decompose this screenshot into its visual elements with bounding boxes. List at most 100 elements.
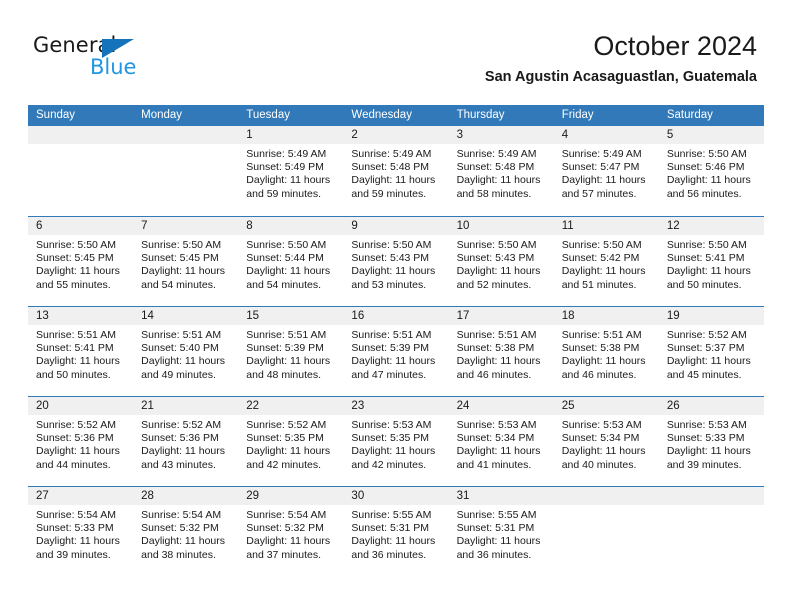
calendar-day-cell[interactable]: 29 Sunrise: 5:54 AM Sunset: 5:32 PM Dayligh… <box>238 487 344 576</box>
day-number: 19 <box>658 307 764 325</box>
sunset-time: Sunset: 5:41 PM <box>666 252 745 265</box>
daylight-duration-line2: and 59 minutes. <box>246 187 321 200</box>
calendar-day-cell[interactable]: 25 Sunrise: 5:53 AM Sunset: 5:34 PM Dayligh… <box>553 397 659 486</box>
sunset-time: Sunset: 5:35 PM <box>351 432 430 445</box>
day-number <box>133 126 239 144</box>
page-header: General Blue October 2024 San Agustin Ac… <box>0 0 792 104</box>
daylight-duration-line2: and 44 minutes. <box>36 458 111 471</box>
calendar-day-cell[interactable]: 3 Sunrise: 5:49 AM Sunset: 5:48 PM Daylight… <box>448 126 554 216</box>
calendar-day-cell[interactable]: 24 Sunrise: 5:53 AM Sunset: 5:34 PM Dayligh… <box>448 397 554 486</box>
calendar-day-cell[interactable]: 26 Sunrise: 5:53 AM Sunset: 5:33 PM Dayligh… <box>658 397 764 486</box>
daylight-duration-line2: and 56 minutes. <box>666 187 742 200</box>
calendar-day-cell[interactable]: 16 Sunrise: 5:51 AM Sunset: 5:39 PM Dayligh… <box>343 307 449 396</box>
daylight-duration-line1: Daylight: 11 hours <box>456 265 541 278</box>
day-number: 16 <box>343 307 449 325</box>
calendar-day-cell[interactable]: 2 Sunrise: 5:49 AM Sunset: 5:48 PM Daylight… <box>343 126 449 216</box>
day-number: 18 <box>553 307 659 325</box>
calendar-day-cell[interactable]: 20 Sunrise: 5:52 AM Sunset: 5:36 PM Dayligh… <box>28 397 134 486</box>
sunrise-time: Sunrise: 5:50 AM <box>141 239 222 251</box>
calendar-day-cell[interactable]: 17 Sunrise: 5:51 AM Sunset: 5:38 PM Dayligh… <box>448 307 554 396</box>
day-details: Sunrise: 5:55 AM Sunset: 5:31 PM Daylight:… <box>449 505 554 562</box>
sunrise-time: Sunrise: 5:52 AM <box>141 419 222 431</box>
sunrise-time: Sunrise: 5:49 AM <box>456 148 537 160</box>
calendar-day-cell[interactable]: 1 Sunrise: 5:49 AM Sunset: 5:49 PM Daylight… <box>238 126 344 216</box>
sunrise-time: Sunrise: 5:54 AM <box>36 509 116 521</box>
calendar-day-cell[interactable]: 22 Sunrise: 5:52 AM Sunset: 5:35 PM Dayligh… <box>238 397 344 486</box>
weekday-header-sunday: Sunday <box>36 109 76 121</box>
day-details: Sunrise: 5:49 AM Sunset: 5:47 PM Daylight:… <box>554 144 659 201</box>
calendar-day-cell[interactable]: 11 Sunrise: 5:50 AM Sunset: 5:42 PM Dayligh… <box>553 217 659 306</box>
calendar-day-cell[interactable]: 28 Sunrise: 5:54 AM Sunset: 5:32 PM Dayligh… <box>133 487 239 576</box>
calendar-day-cell[interactable]: 19 Sunrise: 5:52 AM Sunset: 5:37 PM Dayligh… <box>658 307 764 396</box>
daylight-duration-line2: and 46 minutes. <box>456 368 532 381</box>
sunset-time: Sunset: 5:32 PM <box>246 522 324 535</box>
day-number: 13 <box>28 307 134 325</box>
sunset-time: Sunset: 5:39 PM <box>246 342 324 355</box>
weekday-header-tuesday: Tuesday <box>246 109 290 121</box>
daylight-duration-line1: Daylight: 11 hours <box>246 535 331 548</box>
page-title: October 2024 <box>593 31 757 61</box>
calendar-day-cell[interactable]: 30 Sunrise: 5:55 AM Sunset: 5:31 PM Dayligh… <box>343 487 449 576</box>
day-number: 9 <box>343 217 449 235</box>
daylight-duration-line2: and 46 minutes. <box>561 368 637 381</box>
day-details: Sunrise: 5:51 AM Sunset: 5:39 PM Daylight:… <box>238 325 343 382</box>
sunset-time: Sunset: 5:34 PM <box>456 432 535 445</box>
sunset-time: Sunset: 5:39 PM <box>351 342 430 355</box>
calendar-week-row: 6 Sunrise: 5:50 AM Sunset: 5:45 PM Daylight… <box>28 216 764 306</box>
day-number: 15 <box>238 307 344 325</box>
daylight-duration-line1: Daylight: 11 hours <box>141 355 225 368</box>
day-number: 10 <box>448 217 554 235</box>
sunrise-time: Sunrise: 5:51 AM <box>141 329 222 341</box>
day-details: Sunrise: 5:50 AM Sunset: 5:46 PM Daylight:… <box>659 144 764 201</box>
calendar-day-cell[interactable]: 31 Sunrise: 5:55 AM Sunset: 5:31 PM Dayligh… <box>448 487 554 576</box>
calendar-day-cell[interactable]: 15 Sunrise: 5:51 AM Sunset: 5:39 PM Dayligh… <box>238 307 344 396</box>
calendar-day-cell[interactable]: 7 Sunrise: 5:50 AM Sunset: 5:45 PM Daylight… <box>133 217 239 306</box>
day-number: 8 <box>238 217 344 235</box>
sunrise-time: Sunrise: 5:51 AM <box>351 329 432 341</box>
calendar-day-cell[interactable]: 8 Sunrise: 5:50 AM Sunset: 5:44 PM Daylight… <box>238 217 344 306</box>
sunset-time: Sunset: 5:48 PM <box>456 161 535 174</box>
day-details: Sunrise: 5:52 AM Sunset: 5:35 PM Daylight:… <box>238 415 343 472</box>
daylight-duration-line2: and 49 minutes. <box>141 368 216 381</box>
calendar-day-cell[interactable]: 21 Sunrise: 5:52 AM Sunset: 5:36 PM Dayligh… <box>133 397 239 486</box>
daylight-duration-line2: and 42 minutes. <box>351 458 427 471</box>
sunrise-time: Sunrise: 5:50 AM <box>246 239 327 251</box>
calendar-week-row: 20 Sunrise: 5:52 AM Sunset: 5:36 PM Dayligh… <box>28 396 764 486</box>
calendar-day-cell[interactable]: 27 Sunrise: 5:54 AM Sunset: 5:33 PM Dayligh… <box>28 487 134 576</box>
calendar-day-cell[interactable]: 12 Sunrise: 5:50 AM Sunset: 5:41 PM Dayligh… <box>658 217 764 306</box>
sunrise-time: Sunrise: 5:50 AM <box>456 239 537 251</box>
calendar-day-cell[interactable]: 9 Sunrise: 5:50 AM Sunset: 5:43 PM Daylight… <box>343 217 449 306</box>
day-details: Sunrise: 5:49 AM Sunset: 5:49 PM Daylight:… <box>238 144 343 201</box>
daylight-duration-line2: and 50 minutes. <box>36 368 111 381</box>
calendar-day-cell[interactable]: 23 Sunrise: 5:53 AM Sunset: 5:35 PM Dayligh… <box>343 397 449 486</box>
sunset-time: Sunset: 5:32 PM <box>141 522 219 535</box>
day-number: 28 <box>133 487 239 505</box>
day-number: 29 <box>238 487 344 505</box>
day-number: 11 <box>553 217 659 235</box>
day-number: 12 <box>658 217 764 235</box>
calendar-day-cell[interactable]: 4 Sunrise: 5:49 AM Sunset: 5:47 PM Daylight… <box>553 126 659 216</box>
calendar-day-cell[interactable]: 6 Sunrise: 5:50 AM Sunset: 5:45 PM Daylight… <box>28 217 134 306</box>
calendar-day-cell[interactable]: 10 Sunrise: 5:50 AM Sunset: 5:43 PM Dayligh… <box>448 217 554 306</box>
sunset-time: Sunset: 5:49 PM <box>246 161 324 174</box>
day-number: 2 <box>343 126 449 144</box>
day-details: Sunrise: 5:55 AM Sunset: 5:31 PM Daylight:… <box>343 505 448 562</box>
calendar-day-cell[interactable]: 5 Sunrise: 5:50 AM Sunset: 5:46 PM Daylight… <box>658 126 764 216</box>
logo-text-blue: Blue <box>90 55 137 79</box>
daylight-duration-line2: and 58 minutes. <box>456 187 532 200</box>
sunset-time: Sunset: 5:40 PM <box>141 342 219 355</box>
page-subtitle: San Agustin Acasaguastlan, Guatemala <box>484 69 757 85</box>
sunset-time: Sunset: 5:41 PM <box>36 342 114 355</box>
weekday-header-thursday: Thursday <box>456 109 505 121</box>
day-details: Sunrise: 5:51 AM Sunset: 5:38 PM Daylight:… <box>449 325 554 382</box>
day-number: 25 <box>553 397 659 415</box>
calendar-grid: Sunday Monday Tuesday Wednesday Thursday… <box>28 105 764 576</box>
calendar-day-cell[interactable]: 13 Sunrise: 5:51 AM Sunset: 5:41 PM Dayligh… <box>28 307 134 396</box>
daylight-duration-line2: and 55 minutes. <box>36 278 111 291</box>
day-details: Sunrise: 5:50 AM Sunset: 5:45 PM Daylight:… <box>28 235 133 292</box>
calendar-day-cell[interactable]: 14 Sunrise: 5:51 AM Sunset: 5:40 PM Dayligh… <box>133 307 239 396</box>
day-details: Sunrise: 5:54 AM Sunset: 5:32 PM Daylight:… <box>133 505 238 562</box>
calendar-day-cell[interactable]: 18 Sunrise: 5:51 AM Sunset: 5:38 PM Dayligh… <box>553 307 659 396</box>
sunset-time: Sunset: 5:43 PM <box>351 252 430 265</box>
daylight-duration-line2: and 47 minutes. <box>351 368 427 381</box>
